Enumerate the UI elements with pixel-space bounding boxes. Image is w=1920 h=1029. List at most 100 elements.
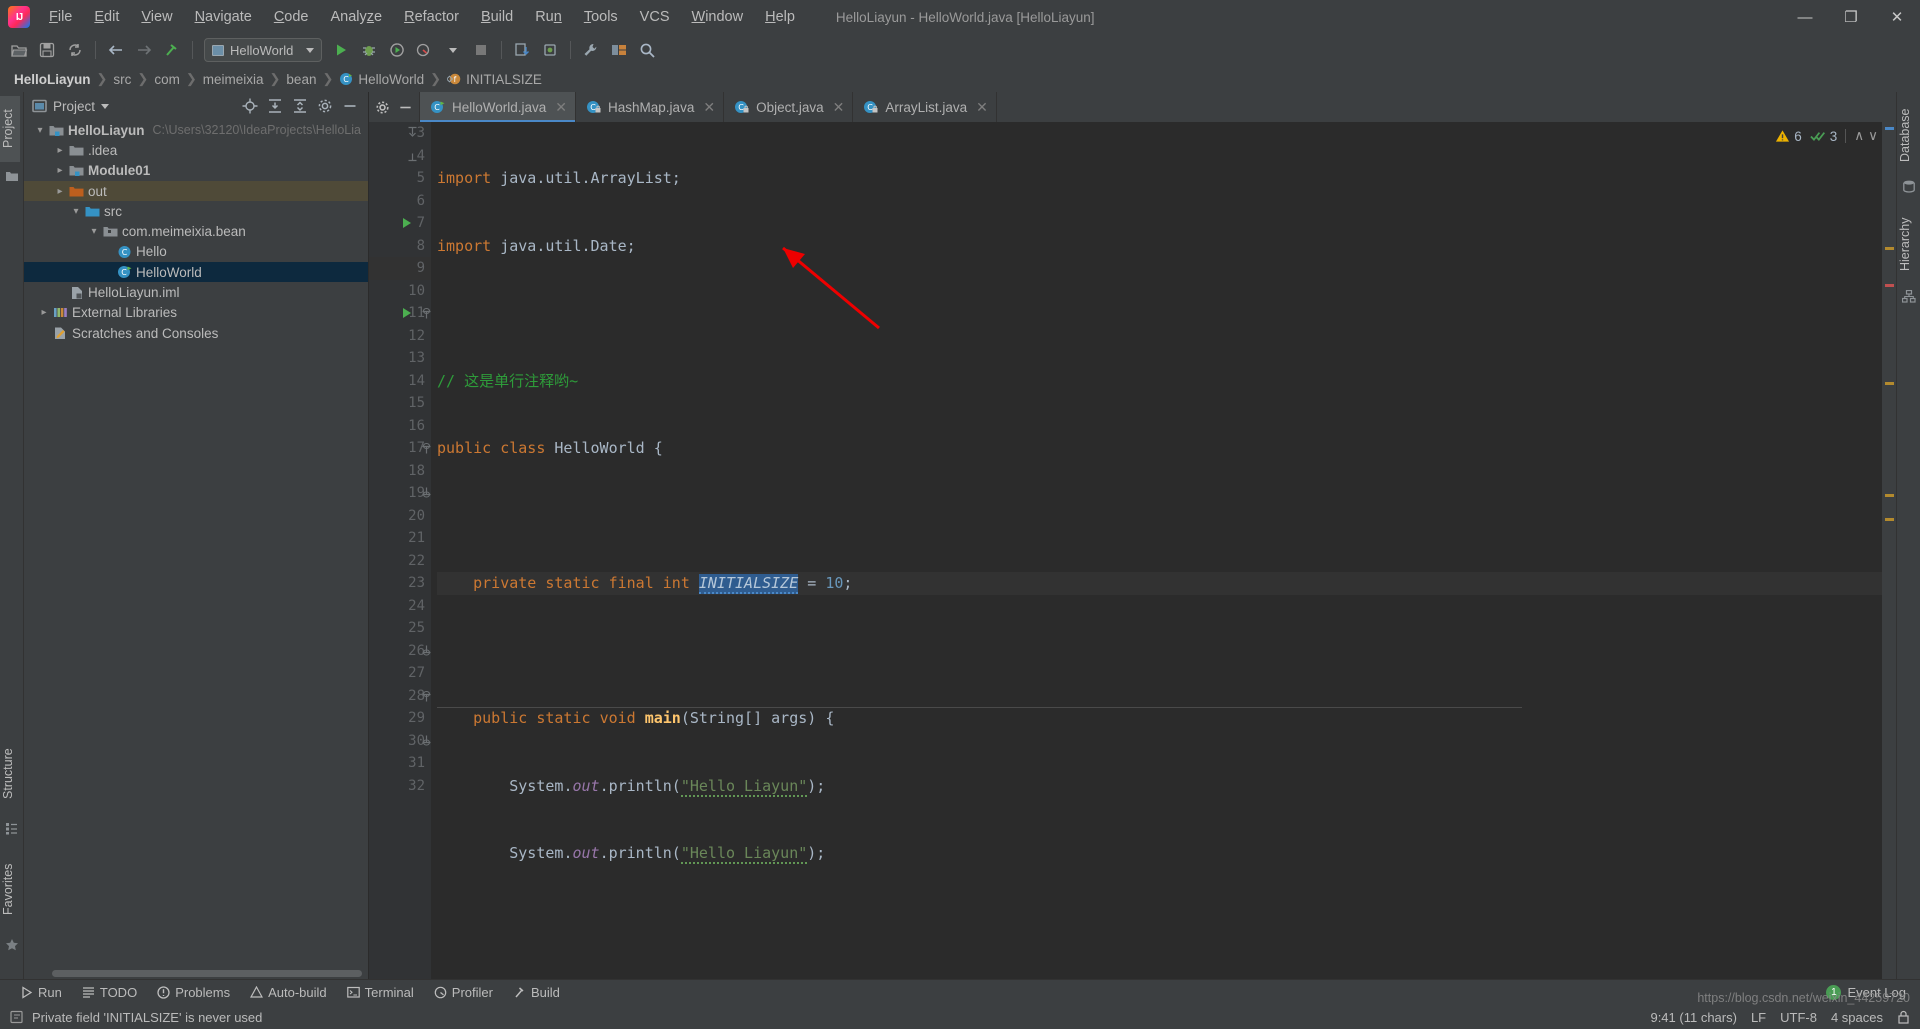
collapse-all-icon[interactable] xyxy=(292,98,308,114)
sync-icon[interactable] xyxy=(62,37,88,63)
bottom-item-auto-build[interactable]: Auto-build xyxy=(250,985,327,1000)
tree-row-package[interactable]: ▾ com.meimeixia.bean xyxy=(24,221,368,241)
profile-icon[interactable] xyxy=(412,37,438,63)
tree-row-scratches[interactable]: Scratches and Consoles xyxy=(24,323,368,343)
code-content[interactable]: import java.util.ArrayList; import java.… xyxy=(431,122,1882,979)
tree-row-iml[interactable]: HelloLiayun.iml xyxy=(24,282,368,302)
expand-all-icon[interactable] xyxy=(267,98,283,114)
breadcrumb-item-com[interactable]: com xyxy=(150,72,184,87)
build-hammer-icon[interactable] xyxy=(159,37,185,63)
marker-caret[interactable] xyxy=(1885,284,1894,287)
menu-vcs[interactable]: VCS xyxy=(629,6,681,28)
maximize-button[interactable]: ❐ xyxy=(1828,0,1874,34)
tree-row-helloliayun[interactable]: ▾ HelloLiayun C:\Users\32120\IdeaProject… xyxy=(24,120,368,140)
close-icon[interactable]: ✕ xyxy=(833,99,845,116)
menu-code[interactable]: Code xyxy=(263,6,320,28)
settings-wrench-icon[interactable] xyxy=(578,37,604,63)
caret-position[interactable]: 9:41 (11 chars) xyxy=(1650,1010,1736,1025)
prev-problem-button[interactable]: ∧ xyxy=(1854,128,1864,144)
gear-icon[interactable] xyxy=(375,100,390,115)
project-tree[interactable]: ▾ HelloLiayun C:\Users\32120\IdeaProject… xyxy=(24,120,368,979)
open-folder-icon[interactable] xyxy=(6,37,32,63)
lock-icon[interactable] xyxy=(1897,1010,1910,1024)
commit-icon[interactable] xyxy=(537,37,563,63)
tree-row-module01[interactable]: ▸ Module01 xyxy=(24,161,368,181)
tree-row-hello[interactable]: C Hello xyxy=(24,242,368,262)
save-all-icon[interactable] xyxy=(34,37,60,63)
bottom-item-terminal[interactable]: Terminal xyxy=(346,985,414,1000)
menu-analyze[interactable]: Analyze xyxy=(320,6,394,28)
selected-identifier[interactable]: INITIALSIZE xyxy=(698,574,799,594)
breadcrumb-item-class[interactable]: C HelloWorld xyxy=(335,72,428,87)
run-class-gutter-icon[interactable] xyxy=(403,218,411,229)
close-icon[interactable]: ✕ xyxy=(703,99,715,116)
tab-helloworld-java[interactable]: C HelloWorld.java ✕ xyxy=(420,92,577,122)
breadcrumb-item-src[interactable]: src xyxy=(109,72,135,87)
minimize-button[interactable]: — xyxy=(1782,0,1828,34)
chevron-right-icon[interactable]: ▸ xyxy=(36,307,52,318)
menu-navigate[interactable]: Navigate xyxy=(184,6,263,28)
menu-file[interactable]: File xyxy=(38,6,83,28)
tree-row-out[interactable]: ▸ out xyxy=(24,180,368,202)
bottom-item-todo[interactable]: TODO xyxy=(82,985,137,1000)
breadcrumb-item-bean[interactable]: bean xyxy=(282,72,320,87)
run-method-gutter-icon[interactable] xyxy=(403,308,411,319)
tree-row-src[interactable]: ▾ src xyxy=(24,201,368,221)
gear-icon[interactable] xyxy=(317,98,333,114)
next-problem-button[interactable]: ∨ xyxy=(1868,128,1878,144)
chevron-down-icon-project[interactable] xyxy=(101,103,110,109)
fold-end-icon[interactable] xyxy=(407,149,418,163)
chevron-right-icon[interactable]: ▸ xyxy=(52,165,68,176)
menu-refactor[interactable]: Refactor xyxy=(393,6,470,28)
indent-setting[interactable]: 4 spaces xyxy=(1831,1010,1883,1025)
tab-arraylist-java[interactable]: C ArrayList.java ✕ xyxy=(853,92,997,122)
run-with-coverage-icon[interactable] xyxy=(384,37,410,63)
tree-row-idea[interactable]: ▸ .idea xyxy=(24,140,368,160)
close-icon[interactable]: ✕ xyxy=(976,99,988,116)
run-icon[interactable] xyxy=(328,37,354,63)
hide-panel-icon[interactable] xyxy=(398,100,413,115)
sidebar-item-hierarchy[interactable]: Hierarchy xyxy=(1893,204,1917,284)
sidebar-item-structure[interactable]: Structure xyxy=(0,732,20,816)
chevron-right-icon[interactable]: ▸ xyxy=(52,186,68,197)
run-configuration-selector[interactable]: HelloWorld xyxy=(204,38,322,62)
code-viewport[interactable]: import java.util.ArrayList; import java.… xyxy=(431,122,1882,979)
chevron-down-icon[interactable]: ▾ xyxy=(86,226,102,237)
menu-edit[interactable]: Edit xyxy=(83,6,130,28)
menu-help[interactable]: Help xyxy=(754,6,806,28)
project-tree-hscrollbar[interactable] xyxy=(48,970,368,979)
menu-run[interactable]: Run xyxy=(524,6,573,28)
forward-icon[interactable] xyxy=(131,37,157,63)
chevron-down-icon-profile[interactable] xyxy=(440,37,466,63)
sidebar-item-favorites[interactable]: Favorites xyxy=(0,848,20,930)
locate-icon[interactable] xyxy=(242,98,258,114)
close-button[interactable]: ✕ xyxy=(1874,0,1920,34)
chevron-down-icon[interactable]: ▾ xyxy=(68,206,84,217)
line-separator[interactable]: LF xyxy=(1751,1010,1766,1025)
tree-row-external-libraries[interactable]: ▸ External Libraries xyxy=(24,303,368,323)
project-structure-icon[interactable] xyxy=(606,37,632,63)
marker-warning[interactable] xyxy=(1885,382,1894,385)
tab-hashmap-java[interactable]: C HashMap.java ✕ xyxy=(576,92,725,122)
menu-build[interactable]: Build xyxy=(470,6,524,28)
breadcrumb-item-meimeixia[interactable]: meimeixia xyxy=(199,72,268,87)
breadcrumb-item-field[interactable]: f INITIALSIZE xyxy=(443,72,546,87)
sidebar-item-database[interactable]: Database xyxy=(1893,96,1917,174)
stop-icon[interactable] xyxy=(468,37,494,63)
menu-view[interactable]: View xyxy=(130,6,183,28)
bottom-item-problems[interactable]: Problems xyxy=(157,985,230,1000)
sidebar-item-project[interactable]: Project xyxy=(0,96,20,162)
hide-panel-icon[interactable] xyxy=(342,98,358,114)
fold-end-icon[interactable] xyxy=(407,126,418,140)
menu-tools[interactable]: Tools xyxy=(573,6,629,28)
editor-gutter[interactable]: 3 4 5 6 7 8 9 10 11 12 13 14 15 16 17 18… xyxy=(369,122,453,979)
back-icon[interactable] xyxy=(103,37,129,63)
debug-icon[interactable] xyxy=(356,37,382,63)
bottom-item-run[interactable]: Run xyxy=(20,985,62,1000)
bottom-item-build[interactable]: Build xyxy=(513,985,560,1000)
tree-row-helloworld[interactable]: C HelloWorld xyxy=(24,262,368,283)
encoding[interactable]: UTF-8 xyxy=(1780,1010,1817,1025)
marker-warning[interactable] xyxy=(1885,518,1894,521)
chevron-right-icon[interactable]: ▸ xyxy=(52,145,68,156)
search-everywhere-icon[interactable] xyxy=(634,37,660,63)
